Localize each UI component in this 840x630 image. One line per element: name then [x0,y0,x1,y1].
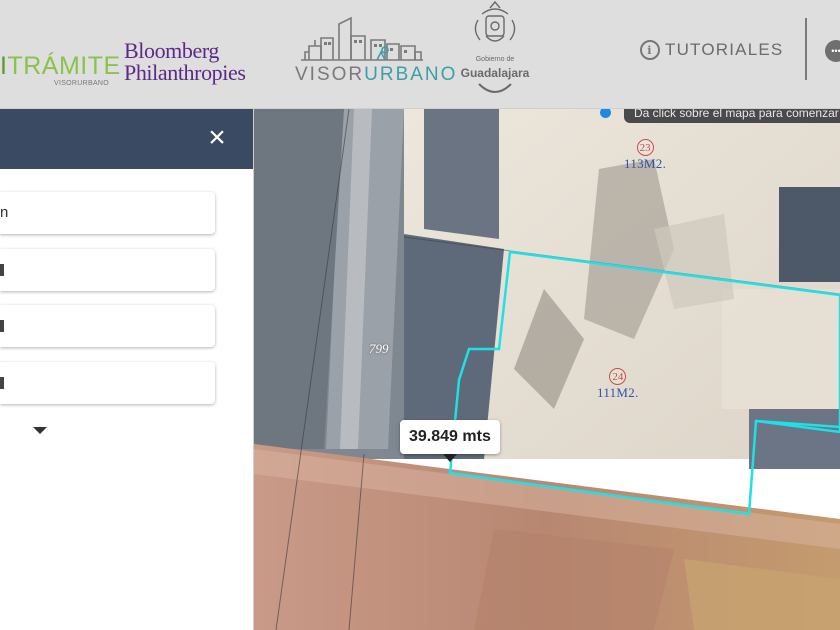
mitramite-logo[interactable]: ITRÁMITE VISORURBANO [0,52,120,92]
map-hint: Da click sobre el mapa para comenzar [624,109,840,123]
measure-pointer-icon [443,454,457,462]
header-divider [805,18,807,80]
guadalajara-logo[interactable]: Gobierno de Guadalajara [456,0,534,100]
panel-field-4[interactable] [0,362,215,404]
info-circle-icon: i [640,40,660,60]
visor-part1: VISOR [295,64,365,85]
field-1-value: n [0,204,9,221]
bloomberg-line2: Philanthropies [124,60,246,85]
tutoriales-label: TUTORIALES [665,40,784,59]
city-skyline-icon [301,16,423,61]
logo-main-text: TRÁMITE [7,52,121,80]
visor-part2: URBANO [364,64,458,85]
close-icon[interactable]: × [200,122,234,156]
field-2-cursor [0,264,4,277]
top-header: ITRÁMITE VISORURBANO Bloomberg Philanthr… [0,0,840,109]
lot-label-23[interactable]: 23 113M2. [624,139,666,172]
bloomberg-logo[interactable]: Bloomberg Philanthropies [124,40,246,84]
field-3-cursor [0,320,4,333]
bloomberg-line1: Bloomberg [124,38,219,63]
lot-number: 24 [609,368,627,385]
street-number-label: 799 [369,341,389,356]
coat-of-arms-icon [474,0,516,42]
smile-arc-icon [478,83,512,93]
measure-tooltip: 39.849 mts [400,420,500,454]
chat-bubble-icon[interactable]: ••• [825,40,840,62]
lot-area: 113M2. [624,156,667,171]
lot-number: 23 [636,139,654,156]
logo-subtext: VISORURBANO [54,80,110,87]
gdl-line2: Guadalajara [460,66,530,80]
panel-header: × [0,109,253,169]
visorurbano-logo[interactable]: VISORURBANO [295,16,455,86]
gdl-line1: Gobierno de [475,56,515,63]
panel-field-3[interactable] [0,305,215,347]
caret-down-icon[interactable] [33,427,47,434]
search-panel: × n [0,109,254,630]
lot-area: 111M2. [597,385,639,400]
aerial-imagery [254,109,840,630]
field-4-cursor [0,377,4,390]
panel-field-2[interactable] [0,249,215,291]
panel-field-1[interactable]: n [0,192,215,234]
map-view[interactable]: Da click sobre el mapa para comenzar 23 … [254,109,840,630]
lot-label-24[interactable]: 24 111M2. [597,368,639,401]
tutoriales-link[interactable]: i TUTORIALES [640,36,783,64]
